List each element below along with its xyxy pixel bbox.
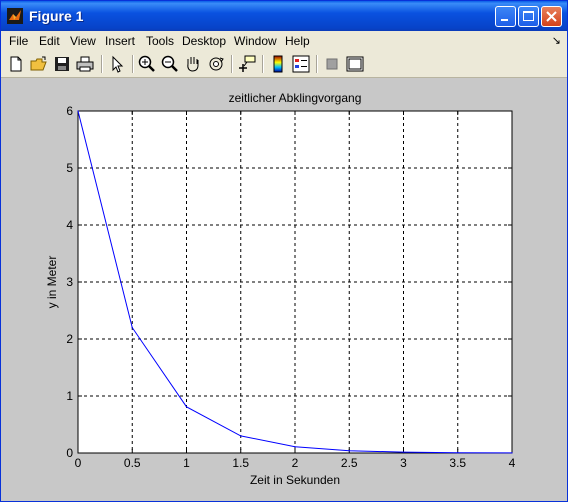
open-folder-icon[interactable]: [29, 54, 49, 74]
y-tick-label: 3: [66, 275, 73, 289]
y-axis-label: y in Meter: [45, 256, 59, 309]
menu-file[interactable]: File: [9, 34, 28, 48]
chart-title: zeitlicher Abklingvorgang: [229, 91, 362, 105]
colorbar-icon[interactable]: [268, 54, 288, 74]
x-tick-label: 1: [183, 456, 190, 470]
legend-icon[interactable]: [291, 54, 311, 74]
data-point: [457, 452, 459, 454]
data-cursor-icon[interactable]: [237, 54, 257, 74]
figure-canvas: 0 0.5 1 1.5 2 2.5 3 3.5 4 0 1 2 3 4 5 6 zeitlicher Abkli…: [4, 78, 564, 498]
hide-plot-tools-icon[interactable]: [322, 54, 342, 74]
menu-view[interactable]: View: [70, 34, 96, 48]
save-icon[interactable]: [52, 54, 72, 74]
rotate-3d-icon[interactable]: [206, 54, 226, 74]
maximize-icon: [523, 11, 534, 21]
line-chart[interactable]: 0 0.5 1 1.5 2 2.5 3 3.5 4 0 1 2 3 4 5 6 zeitlicher Abkli…: [4, 78, 564, 498]
menu-window[interactable]: Window: [234, 34, 277, 48]
x-axis-label: Zeit in Sekunden: [250, 473, 340, 487]
menu-tools[interactable]: Tools: [146, 34, 174, 48]
x-tick-label: 0: [75, 456, 82, 470]
matlab-icon: [7, 8, 23, 24]
menu-insert[interactable]: Insert: [105, 34, 135, 48]
x-tick-label: 4: [509, 456, 516, 470]
dock-arrow-icon[interactable]: ↘: [552, 34, 561, 47]
y-tick-label: 2: [66, 332, 73, 346]
x-tick-label: 2.5: [341, 456, 358, 470]
new-file-icon[interactable]: [6, 54, 26, 74]
y-tick-label: 0: [66, 446, 73, 460]
data-point: [348, 450, 350, 452]
y-tick-label: 1: [66, 389, 73, 403]
figure-toolbar: [1, 51, 567, 78]
x-tick-label: 3: [400, 456, 407, 470]
print-icon[interactable]: [75, 54, 95, 74]
x-tick-label: 2: [292, 456, 299, 470]
menu-help[interactable]: Help: [285, 34, 310, 48]
data-point: [294, 446, 296, 448]
y-tick-label: 4: [66, 218, 73, 232]
x-tick-label: 3.5: [449, 456, 466, 470]
data-point: [185, 406, 188, 408]
menu-desktop[interactable]: Desktop: [182, 34, 226, 48]
x-tick-label: 0.5: [124, 456, 141, 470]
close-icon: [546, 11, 557, 22]
maximize-button[interactable]: [518, 6, 539, 27]
minimize-icon: [501, 19, 508, 21]
y-tick-label: 6: [66, 104, 73, 118]
figure-window: Figure 1 File Edit View Insert Tools Des…: [0, 0, 568, 502]
pointer-icon[interactable]: [107, 54, 127, 74]
data-point: [131, 327, 133, 329]
data-point: [240, 435, 242, 437]
zoom-out-icon[interactable]: [160, 54, 180, 74]
show-plot-tools-icon[interactable]: [345, 54, 365, 74]
data-point: [511, 452, 513, 454]
window-title: Figure 1: [29, 8, 84, 24]
title-bar[interactable]: Figure 1: [1, 1, 567, 31]
data-point: [402, 451, 405, 453]
close-button[interactable]: [541, 6, 562, 27]
data-point: [77, 110, 79, 112]
y-tick-label: 5: [66, 161, 73, 175]
menu-bar: File Edit View Insert Tools Desktop Wind…: [1, 31, 567, 51]
x-tick-label: 1.5: [232, 456, 249, 470]
zoom-in-icon[interactable]: [137, 54, 157, 74]
minimize-button[interactable]: [495, 6, 516, 27]
menu-edit[interactable]: Edit: [39, 34, 60, 48]
pan-hand-icon[interactable]: [183, 54, 203, 74]
